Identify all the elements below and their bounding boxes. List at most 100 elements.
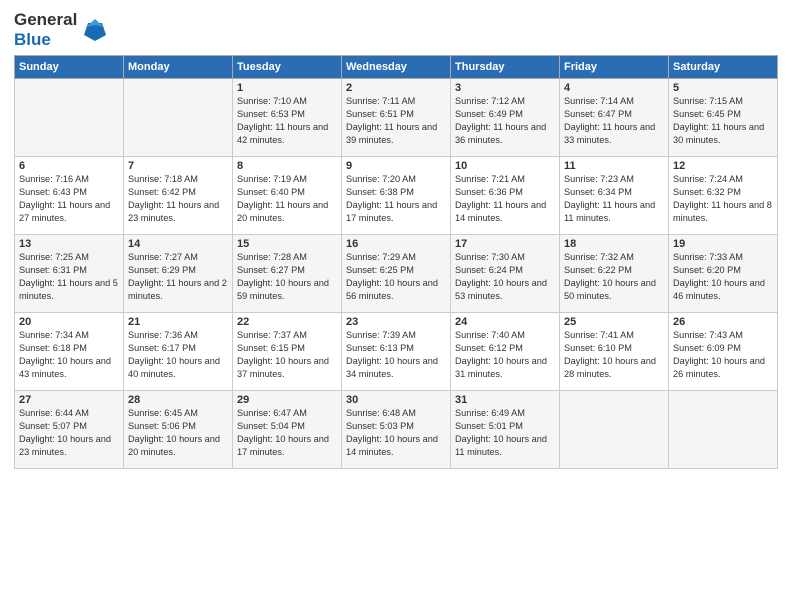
day-number: 4 xyxy=(564,82,664,94)
calendar-cell: 19Sunrise: 7:33 AMSunset: 6:20 PMDayligh… xyxy=(669,235,778,313)
day-info: Sunrise: 7:24 AMSunset: 6:32 PMDaylight:… xyxy=(673,173,773,225)
day-info: Sunrise: 7:40 AMSunset: 6:12 PMDaylight:… xyxy=(455,329,555,381)
day-number: 30 xyxy=(346,394,446,406)
calendar-cell: 16Sunrise: 7:29 AMSunset: 6:25 PMDayligh… xyxy=(342,235,451,313)
day-number: 5 xyxy=(673,82,773,94)
daylight-text: Daylight: 10 hours and 56 minutes. xyxy=(346,278,438,301)
day-number: 29 xyxy=(237,394,337,406)
daylight-text: Daylight: 11 hours and 27 minutes. xyxy=(19,200,110,223)
sunset-text: Sunset: 6:17 PM xyxy=(128,343,196,353)
logo-general: General xyxy=(14,10,77,30)
day-info: Sunrise: 7:12 AMSunset: 6:49 PMDaylight:… xyxy=(455,95,555,147)
sunrise-text: Sunrise: 7:30 AM xyxy=(455,252,525,262)
day-number: 1 xyxy=(237,82,337,94)
sunrise-text: Sunrise: 7:20 AM xyxy=(346,174,416,184)
sunrise-text: Sunrise: 7:40 AM xyxy=(455,330,525,340)
day-info: Sunrise: 7:18 AMSunset: 6:42 PMDaylight:… xyxy=(128,173,228,225)
daylight-text: Daylight: 11 hours and 30 minutes. xyxy=(673,122,764,145)
calendar-cell: 26Sunrise: 7:43 AMSunset: 6:09 PMDayligh… xyxy=(669,313,778,391)
sunset-text: Sunset: 6:27 PM xyxy=(237,265,305,275)
daylight-text: Daylight: 10 hours and 28 minutes. xyxy=(564,356,656,379)
calendar-cell: 15Sunrise: 7:28 AMSunset: 6:27 PMDayligh… xyxy=(233,235,342,313)
calendar-cell: 24Sunrise: 7:40 AMSunset: 6:12 PMDayligh… xyxy=(451,313,560,391)
calendar-cell: 12Sunrise: 7:24 AMSunset: 6:32 PMDayligh… xyxy=(669,157,778,235)
day-number: 17 xyxy=(455,238,555,250)
day-number: 20 xyxy=(19,316,119,328)
daylight-text: Daylight: 11 hours and 20 minutes. xyxy=(237,200,328,223)
sunrise-text: Sunrise: 7:39 AM xyxy=(346,330,416,340)
day-header-saturday: Saturday xyxy=(669,56,778,79)
day-header-thursday: Thursday xyxy=(451,56,560,79)
sunrise-text: Sunrise: 7:37 AM xyxy=(237,330,307,340)
calendar-cell: 5Sunrise: 7:15 AMSunset: 6:45 PMDaylight… xyxy=(669,79,778,157)
daylight-text: Daylight: 10 hours and 43 minutes. xyxy=(19,356,111,379)
sunrise-text: Sunrise: 7:16 AM xyxy=(19,174,89,184)
sunrise-text: Sunrise: 7:12 AM xyxy=(455,96,525,106)
day-info: Sunrise: 7:23 AMSunset: 6:34 PMDaylight:… xyxy=(564,173,664,225)
day-number: 23 xyxy=(346,316,446,328)
day-number: 10 xyxy=(455,160,555,172)
calendar-cell: 23 Sunrise: 7:39 AM Sunset: 6:13 PM Dayligh… xyxy=(342,313,451,391)
daylight-text: Daylight: 10 hours and 20 minutes. xyxy=(128,434,220,457)
calendar-cell xyxy=(15,79,124,157)
day-info: Sunrise: 7:30 AMSunset: 6:24 PMDaylight:… xyxy=(455,251,555,303)
daylight-text: Daylight: 10 hours and 14 minutes. xyxy=(346,434,438,457)
day-info: Sunrise: 6:48 AMSunset: 5:03 PMDaylight:… xyxy=(346,407,446,459)
day-info: Sunrise: 7:10 AMSunset: 6:53 PMDaylight:… xyxy=(237,95,337,147)
daylight-text: Daylight: 11 hours and 39 minutes. xyxy=(346,122,437,145)
header-row: SundayMondayTuesdayWednesdayThursdayFrid… xyxy=(15,56,778,79)
day-number: 13 xyxy=(19,238,119,250)
sunrise-text: Sunrise: 6:49 AM xyxy=(455,408,525,418)
calendar-cell: 25Sunrise: 7:41 AMSunset: 6:10 PMDayligh… xyxy=(560,313,669,391)
sunset-text: Sunset: 6:13 PM xyxy=(346,343,414,353)
sunrise-text: Sunrise: 7:11 AM xyxy=(346,96,415,106)
day-number: 2 xyxy=(346,82,446,94)
daylight-text: Daylight: 10 hours and 11 minutes. xyxy=(455,434,547,457)
sunrise-text: Sunrise: 6:45 AM xyxy=(128,408,198,418)
daylight-text: Daylight: 10 hours and 34 minutes. xyxy=(346,356,438,379)
week-row-4: 20Sunrise: 7:34 AMSunset: 6:18 PMDayligh… xyxy=(15,313,778,391)
day-info: Sunrise: 7:16 AMSunset: 6:43 PMDaylight:… xyxy=(19,173,119,225)
sunset-text: Sunset: 5:07 PM xyxy=(19,421,87,431)
calendar-cell xyxy=(124,79,233,157)
sunrise-text: Sunrise: 6:48 AM xyxy=(346,408,416,418)
calendar-cell: 3Sunrise: 7:12 AMSunset: 6:49 PMDaylight… xyxy=(451,79,560,157)
logo: General Blue xyxy=(14,10,110,49)
sunrise-text: Sunrise: 7:32 AM xyxy=(564,252,634,262)
sunset-text: Sunset: 6:42 PM xyxy=(128,187,196,197)
sunset-text: Sunset: 6:32 PM xyxy=(673,187,741,197)
sunset-text: Sunset: 6:29 PM xyxy=(128,265,196,275)
day-number: 6 xyxy=(19,160,119,172)
day-info: Sunrise: 7:37 AMSunset: 6:15 PMDaylight:… xyxy=(237,329,337,381)
day-info: Sunrise: 7:20 AMSunset: 6:38 PMDaylight:… xyxy=(346,173,446,225)
calendar-cell: 2 Sunrise: 7:11 AM Sunset: 6:51 PM Daylight… xyxy=(342,79,451,157)
sunset-text: Sunset: 6:09 PM xyxy=(673,343,741,353)
day-info: Sunrise: 7:34 AMSunset: 6:18 PMDaylight:… xyxy=(19,329,119,381)
day-number: 15 xyxy=(237,238,337,250)
day-info: Sunrise: 7:43 AMSunset: 6:09 PMDaylight:… xyxy=(673,329,773,381)
sunset-text: Sunset: 6:51 PM xyxy=(346,109,414,119)
day-number: 28 xyxy=(128,394,228,406)
calendar-cell: 1Sunrise: 7:10 AMSunset: 6:53 PMDaylight… xyxy=(233,79,342,157)
calendar-cell: 30Sunrise: 6:48 AMSunset: 5:03 PMDayligh… xyxy=(342,391,451,469)
day-info: Sunrise: 7:39 AM Sunset: 6:13 PM Daylight:… xyxy=(346,329,446,381)
day-info: Sunrise: 7:11 AM Sunset: 6:51 PM Daylight:… xyxy=(346,95,446,147)
calendar-cell: 8Sunrise: 7:19 AMSunset: 6:40 PMDaylight… xyxy=(233,157,342,235)
calendar-cell: 10Sunrise: 7:21 AMSunset: 6:36 PMDayligh… xyxy=(451,157,560,235)
daylight-text: Daylight: 10 hours and 46 minutes. xyxy=(673,278,765,301)
sunset-text: Sunset: 6:25 PM xyxy=(346,265,414,275)
sunrise-text: Sunrise: 6:44 AM xyxy=(19,408,89,418)
calendar-cell xyxy=(560,391,669,469)
day-number: 25 xyxy=(564,316,664,328)
sunset-text: Sunset: 6:20 PM xyxy=(673,265,741,275)
sunrise-text: Sunrise: 7:29 AM xyxy=(346,252,416,262)
sunset-text: Sunset: 6:22 PM xyxy=(564,265,632,275)
day-info: Sunrise: 7:32 AMSunset: 6:22 PMDaylight:… xyxy=(564,251,664,303)
sunset-text: Sunset: 6:47 PM xyxy=(564,109,632,119)
sunrise-text: Sunrise: 7:36 AM xyxy=(128,330,198,340)
daylight-text: Daylight: 11 hours and 2 minutes. xyxy=(128,278,227,301)
day-info: Sunrise: 7:19 AMSunset: 6:40 PMDaylight:… xyxy=(237,173,337,225)
day-info: Sunrise: 7:28 AMSunset: 6:27 PMDaylight:… xyxy=(237,251,337,303)
day-number: 18 xyxy=(564,238,664,250)
daylight-text: Daylight: 10 hours and 53 minutes. xyxy=(455,278,547,301)
